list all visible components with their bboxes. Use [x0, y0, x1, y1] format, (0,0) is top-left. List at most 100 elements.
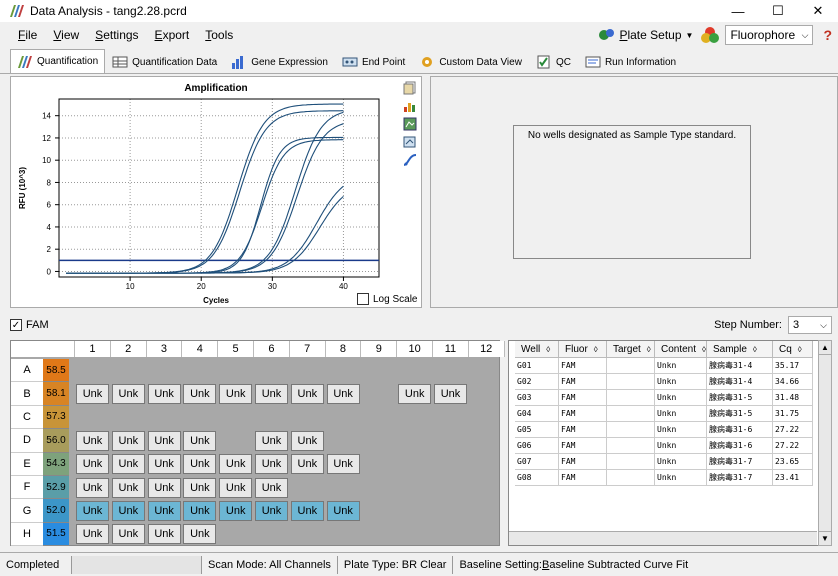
plate-column-header[interactable]: 12 — [468, 341, 505, 357]
table-cell[interactable]: G04 — [515, 406, 559, 422]
plate-well[interactable]: Unk — [326, 383, 360, 404]
column-header-target[interactable]: Target ◊ — [607, 341, 655, 358]
plate-column-header[interactable]: 9 — [361, 341, 398, 357]
plate-row-header[interactable]: G — [11, 499, 43, 523]
table-cell[interactable] — [607, 406, 655, 422]
fam-checkbox[interactable]: ✓ — [10, 319, 22, 331]
plate-well[interactable]: Unk — [111, 430, 145, 451]
menu-item-tools[interactable]: Tools — [197, 28, 241, 42]
plate-well[interactable]: Unk — [290, 430, 324, 451]
plate-well[interactable]: Unk — [290, 454, 324, 475]
table-cell[interactable]: 腺病毒31-5 — [707, 390, 773, 406]
column-header-well[interactable]: Well ◊ — [515, 341, 559, 358]
tab-custom-data-view[interactable]: Custom Data View — [412, 51, 529, 73]
curve-icon[interactable] — [403, 153, 417, 167]
table-cell[interactable]: Unkn — [655, 438, 707, 454]
plate-column-header[interactable]: 2 — [110, 341, 147, 357]
table-cell[interactable]: 腺病毒31-6 — [707, 422, 773, 438]
table-cell[interactable]: G03 — [515, 390, 559, 406]
table-cell[interactable] — [607, 390, 655, 406]
column-header-fluor[interactable]: Fluor ◊ — [559, 341, 607, 358]
table-cell[interactable]: G08 — [515, 470, 559, 486]
amplification-chart[interactable]: Amplification 0 2 4 6 8 10 12 14 10 20 30 40 Cycles RF… — [11, 77, 423, 309]
plate-setup-button[interactable]: Plate Setup ▼ — [598, 27, 693, 43]
tab-gene-expression[interactable]: Gene Expression — [224, 51, 335, 73]
plate-well[interactable]: Unk — [255, 477, 288, 498]
plate-well[interactable]: Unk — [398, 383, 432, 404]
table-vertical-scrollbar[interactable]: ▲ ▼ — [818, 340, 832, 546]
table-cell[interactable]: 腺病毒31-4 — [707, 374, 773, 390]
plate-row-header[interactable]: D — [11, 429, 43, 453]
plate-well[interactable]: Unk — [434, 383, 467, 404]
table-cell[interactable]: 27.22 — [773, 422, 813, 438]
column-header-cq[interactable]: Cq ◊ — [773, 341, 813, 358]
plate-well[interactable]: Unk — [76, 454, 109, 475]
plate-column-header[interactable]: 5 — [218, 341, 254, 357]
tab-quantification[interactable]: Quantification — [10, 49, 106, 73]
plate-row-header[interactable]: C — [11, 405, 43, 430]
plate-column-header[interactable]: 8 — [325, 341, 362, 357]
plate-row-header[interactable]: A — [11, 359, 43, 383]
table-cell[interactable]: 35.17 — [773, 358, 813, 374]
plate-well[interactable]: Unk — [183, 454, 217, 475]
plate-well[interactable]: Unk — [111, 477, 145, 498]
plate-well[interactable]: Unk — [147, 454, 181, 475]
menu-item-view[interactable]: View — [45, 28, 87, 42]
fluorophore-select[interactable]: Fluorophore ⌵ — [725, 25, 814, 45]
plate-column-header[interactable]: 1 — [75, 341, 111, 357]
plate-well[interactable]: Unk — [183, 500, 217, 521]
table-cell[interactable]: Unkn — [655, 374, 707, 390]
plate-well[interactable]: Unk — [147, 383, 181, 404]
table-cell[interactable]: 腺病毒31-7 — [707, 454, 773, 470]
table-cell[interactable]: FAM — [559, 422, 607, 438]
plate-row-header[interactable]: F — [11, 476, 43, 500]
table-cell[interactable]: 腺病毒31-4 — [707, 358, 773, 374]
maximize-button[interactable]: ☐ — [758, 0, 798, 22]
log-scale-checkbox[interactable]: Log Scale — [357, 293, 417, 305]
plate-well[interactable]: Unk — [111, 454, 145, 475]
plate-well[interactable]: Unk — [255, 454, 288, 475]
tab-run-information[interactable]: Run Information — [578, 51, 683, 73]
table-cell[interactable] — [607, 454, 655, 470]
plate-column-header[interactable]: 10 — [397, 341, 433, 357]
plate-well[interactable]: Unk — [290, 383, 324, 404]
tab-qc[interactable]: QC — [529, 51, 578, 73]
table-cell[interactable]: FAM — [559, 374, 607, 390]
fluorophore-icon[interactable] — [699, 25, 721, 45]
table-cell[interactable]: G06 — [515, 438, 559, 454]
plate-well[interactable]: Unk — [147, 430, 181, 451]
plate-row-header[interactable]: E — [11, 452, 43, 476]
table-cell[interactable]: G01 — [515, 358, 559, 374]
plate-well[interactable]: Unk — [290, 500, 324, 521]
table-cell[interactable]: Unkn — [655, 358, 707, 374]
table-cell[interactable]: Unkn — [655, 454, 707, 470]
plate-well[interactable]: Unk — [76, 430, 109, 451]
plate-well[interactable]: Unk — [183, 430, 217, 451]
chart-options-icon[interactable] — [403, 99, 417, 113]
table-cell[interactable] — [607, 422, 655, 438]
table-cell[interactable]: 腺病毒31-7 — [707, 470, 773, 486]
plate-row-header[interactable]: H — [11, 522, 43, 547]
table-cell[interactable]: 23.41 — [773, 470, 813, 486]
column-header-sample[interactable]: Sample ◊ — [707, 341, 773, 358]
zoom-icon[interactable] — [403, 135, 417, 149]
plate-well[interactable]: Unk — [219, 383, 253, 404]
table-cell[interactable]: G02 — [515, 374, 559, 390]
plate-well[interactable]: Unk — [76, 477, 109, 498]
table-cell[interactable]: 23.65 — [773, 454, 813, 470]
table-cell[interactable]: FAM — [559, 438, 607, 454]
plate-well[interactable]: Unk — [219, 500, 253, 521]
plate-well[interactable]: Unk — [147, 477, 181, 498]
menu-item-export[interactable]: Export — [147, 28, 198, 42]
plate-column-header[interactable]: 7 — [289, 341, 326, 357]
table-cell[interactable]: Unkn — [655, 470, 707, 486]
log-scale-check[interactable] — [357, 293, 369, 305]
table-cell[interactable]: FAM — [559, 454, 607, 470]
close-button[interactable]: ✕ — [798, 0, 838, 22]
plate-well[interactable]: Unk — [183, 524, 217, 545]
column-header-content[interactable]: Content ◊ — [655, 341, 707, 358]
table-cell[interactable]: FAM — [559, 358, 607, 374]
table-cell[interactable]: 腺病毒31-6 — [707, 438, 773, 454]
table-cell[interactable]: Unkn — [655, 390, 707, 406]
table-cell[interactable] — [607, 438, 655, 454]
